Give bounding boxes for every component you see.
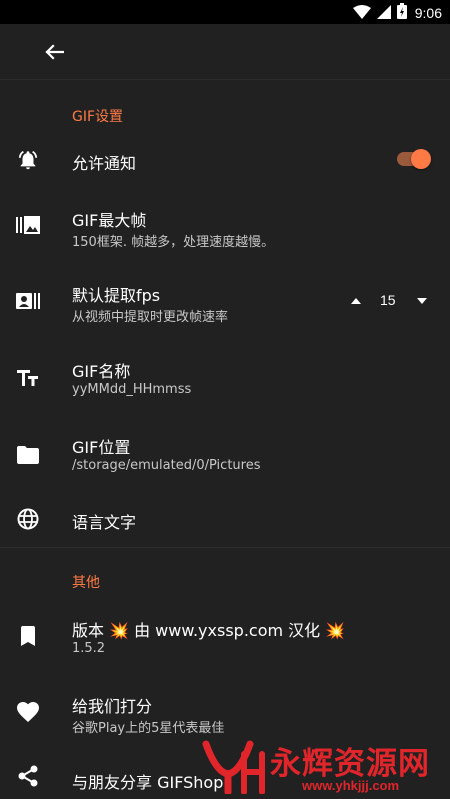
back-button[interactable] (38, 36, 70, 68)
status-icons: 9:06 (352, 3, 442, 23)
bookmark-icon (16, 624, 40, 648)
triangle-up-icon (351, 298, 361, 304)
setting-language[interactable]: 语言文字 (0, 495, 450, 543)
setting-subtitle: /storage/emulated/0/Pictures (72, 458, 261, 473)
globe-icon (16, 507, 40, 531)
share-icon (16, 764, 40, 788)
status-bar: 9:06 (0, 0, 450, 24)
watermark-text: 永辉资源网 (270, 746, 430, 782)
setting-default-fps[interactable]: 默认提取fps 从视频中提取时更改帧速率 15 (0, 271, 450, 335)
setting-title: GIF名称 (72, 362, 131, 381)
setting-subtitle: 从视频中提取时更改帧速率 (72, 310, 229, 325)
triangle-down-icon (417, 298, 427, 304)
bell-ring-icon (16, 148, 40, 172)
setting-subtitle: 150框架. 帧越多，处理速度越慢。 (72, 235, 275, 250)
status-time: 9:06 (414, 5, 442, 21)
fps-value: 15 (380, 292, 396, 308)
fps-decrease-button[interactable] (414, 293, 430, 309)
heart-icon (16, 700, 40, 724)
setting-title: GIF位置 (72, 438, 131, 457)
setting-subtitle: yyMMdd_HHmmss (72, 382, 192, 397)
item-title: 版本 💥 由 www.yxssp.com 汉化 💥 (72, 621, 346, 640)
arrow-left-icon (45, 44, 64, 60)
fps-increase-button[interactable] (348, 293, 364, 309)
setting-gif-name[interactable]: GIF名称 yyMMdd_HHmmss (0, 347, 450, 411)
item-version[interactable]: 版本 💥 由 www.yxssp.com 汉化 💥 1.5.2 (0, 604, 450, 668)
setting-title: 允许通知 (72, 154, 137, 173)
image-library-icon (16, 213, 40, 237)
setting-max-frames[interactable]: GIF最大帧 150框架. 帧越多，处理速度越慢。 (0, 196, 450, 260)
battery-icon (396, 3, 407, 23)
section-divider (0, 547, 450, 548)
toggle-thumb (411, 149, 431, 169)
setting-title: 语言文字 (72, 513, 137, 532)
watermark-logo (202, 740, 265, 794)
fps-spinner: 15 (344, 289, 436, 313)
text-format-icon (16, 366, 40, 390)
contact-card-icon (16, 289, 40, 313)
item-title: 给我们打分 (72, 697, 153, 716)
wifi-icon (352, 4, 371, 23)
folder-icon (16, 443, 40, 467)
item-subtitle: 1.5.2 (72, 641, 106, 656)
section-header-gif: GIF设置 (72, 109, 124, 125)
setting-gif-location[interactable]: GIF位置 /storage/emulated/0/Pictures (0, 423, 450, 487)
watermark-url: www.yhkjjj.com (302, 778, 400, 793)
setting-notifications[interactable]: 允许通知 (0, 132, 450, 188)
app-bar (0, 24, 450, 80)
signal-icon (376, 4, 391, 23)
section-header-other: 其他 (72, 575, 100, 591)
notifications-toggle[interactable] (397, 149, 431, 169)
watermark: 永辉资源网 www.yhkjjj.com (198, 734, 450, 799)
setting-title: GIF最大帧 (72, 211, 147, 230)
setting-title: 默认提取fps (72, 286, 161, 305)
